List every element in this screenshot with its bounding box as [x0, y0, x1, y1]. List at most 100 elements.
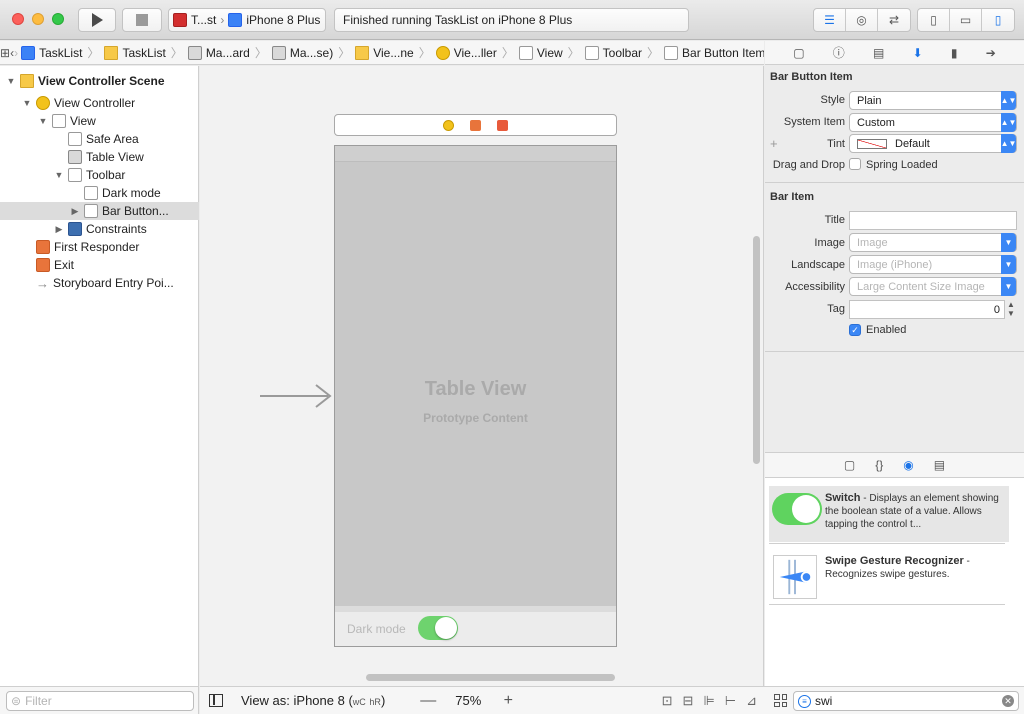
scheme-device-label: iPhone 8 Plus [246, 13, 321, 27]
breadcrumb-bar-button-item[interactable]: Bar Button Item [661, 45, 764, 60]
file-inspector-icon[interactable]: ▢ [793, 46, 804, 60]
standard-editor-button[interactable]: ☰ [814, 9, 846, 31]
outline-row-dark-mode[interactable]: Dark mode [0, 184, 199, 202]
accessibility-label: Accessibility [785, 281, 845, 293]
zoom-out-icon[interactable]: — [413, 692, 443, 710]
resolve-issues-icon[interactable]: ⊿ [746, 693, 757, 709]
outline-filter-field[interactable]: ⊜ Filter [6, 691, 194, 711]
title-field[interactable] [849, 211, 1017, 230]
library-item-swipe-gesture[interactable]: Swipe Gesture Recognizer - Recognizes sw… [769, 549, 1009, 605]
outline-row-toolbar[interactable]: ▼ Toolbar [0, 166, 199, 184]
first-responder-icon[interactable] [470, 119, 481, 131]
object-library-icon[interactable]: ◉ [903, 458, 913, 472]
breadcrumb-storyboard[interactable]: Ma...ard [185, 45, 253, 60]
exit-icon[interactable] [497, 119, 508, 131]
tint-popup[interactable]: Default ▲▼ [849, 134, 1017, 153]
update-frames-icon[interactable]: ⊡ [662, 693, 673, 709]
breadcrumb-storyboard-base[interactable]: Ma...se) [269, 45, 336, 60]
disclosure-open-icon[interactable]: ▼ [38, 116, 48, 126]
storyboard-canvas[interactable]: Table View Prototype Content Dark mode [200, 66, 764, 686]
assistant-editor-button[interactable]: ◎ [846, 9, 878, 31]
image-combo[interactable]: Image ▼ [849, 233, 1017, 252]
minimize-window-button[interactable] [32, 13, 44, 25]
tag-stepper-icon[interactable]: ▲ ▼ [1007, 300, 1015, 318]
embed-in-icon[interactable]: ⊟ [683, 693, 694, 709]
view-controller-icon[interactable] [443, 119, 454, 131]
related-items-icon[interactable]: ⊞ [0, 46, 10, 60]
disclosure-open-icon[interactable]: ▼ [54, 170, 64, 180]
enabled-label[interactable]: Enabled [866, 324, 906, 336]
add-constraints-icon[interactable]: ⊢ [725, 693, 736, 709]
toggle-inspector-button[interactable]: ▯ [982, 9, 1014, 31]
breadcrumb-group[interactable]: TaskList [101, 45, 168, 60]
spring-loaded-checkbox[interactable] [849, 158, 861, 170]
simulator-icon [228, 13, 243, 27]
disclosure-open-icon[interactable]: ▼ [22, 98, 32, 108]
vertical-scrollbar[interactable] [753, 236, 760, 464]
outline-row-scene[interactable]: ▼ View Controller Scene [0, 72, 199, 90]
outline-row-bar-button[interactable]: ▶ Bar Button... [0, 202, 199, 220]
grid-view-icon[interactable] [774, 694, 787, 707]
landscape-combo[interactable]: Image (iPhone) ▼ [849, 255, 1017, 274]
library-item-switch[interactable]: Switch - Displays an element showing the… [769, 486, 1009, 542]
popup-chevron-icon: ▼ [1001, 277, 1016, 296]
tag-field[interactable]: 0 [849, 300, 1005, 319]
outline-row-view-controller[interactable]: ▼ View Controller [0, 94, 199, 112]
scene-dock[interactable] [334, 114, 617, 136]
scheme-selector[interactable]: T...st › iPhone 8 Plus [168, 8, 326, 32]
version-editor-button[interactable]: ⇄ [878, 9, 910, 31]
breadcrumb-toolbar[interactable]: Toolbar [582, 45, 645, 60]
attributes-inspector-icon[interactable]: ⬇ [913, 46, 923, 60]
style-popup[interactable]: Plain ▲▼ [849, 91, 1017, 110]
identity-inspector-icon[interactable]: ▤ [873, 46, 884, 60]
outline-row-table-view[interactable]: Table View [0, 148, 199, 166]
horizontal-scrollbar[interactable] [366, 674, 615, 681]
align-icon[interactable]: ⊫ [703, 693, 714, 709]
outline-row-first-responder[interactable]: First Responder [0, 238, 199, 256]
code-snippet-icon[interactable]: {} [875, 458, 883, 472]
enabled-checkbox[interactable]: ✓ [849, 324, 861, 336]
outline-row-entry-point[interactable]: → Storyboard Entry Poi... [0, 274, 199, 292]
outline-row-constraints[interactable]: ▶ Constraints [0, 220, 199, 238]
spring-loaded-label[interactable]: Spring Loaded [866, 159, 938, 171]
system-item-popup[interactable]: Custom ▲▼ [849, 113, 1017, 132]
breadcrumb-scene[interactable]: Vie...ne [352, 45, 416, 60]
clear-search-icon[interactable]: ✕ [1002, 695, 1014, 707]
zoom-window-button[interactable] [52, 13, 64, 25]
iphone-scene[interactable]: Table View Prototype Content Dark mode [334, 145, 617, 647]
view-toggle-segment: ▯ ▭ ▯ [917, 8, 1015, 32]
toggle-navigator-button[interactable]: ▯ [918, 9, 950, 31]
attributes-inspector: Bar Button Item Style Plain ▲▼ System It… [765, 66, 1024, 452]
disclosure-closed-icon[interactable]: ▶ [54, 224, 64, 235]
outline-toggle-icon[interactable] [209, 694, 223, 707]
swipe-gesture-icon [773, 555, 817, 599]
close-window-button[interactable] [12, 13, 24, 25]
outline-row-safe-area[interactable]: Safe Area [0, 130, 199, 148]
zoom-in-icon[interactable]: + [493, 692, 523, 710]
view-as-button[interactable]: View as: iPhone 8 (wC hR) [241, 693, 385, 708]
stop-button[interactable] [122, 8, 162, 32]
disclosure-open-icon[interactable]: ▼ [6, 76, 16, 86]
left-panel-icon: ▯ [930, 13, 937, 27]
accessibility-combo[interactable]: Large Content Size Image ▼ [849, 277, 1017, 296]
quick-help-icon[interactable]: ⓘ [833, 44, 845, 61]
scene-toolbar[interactable]: Dark mode [335, 606, 616, 646]
file-template-icon[interactable]: ▢ [844, 458, 855, 472]
zoom-level: 75% [455, 693, 482, 708]
run-button[interactable] [78, 8, 116, 32]
media-library-icon[interactable]: ▤ [934, 458, 945, 472]
entry-point-arrow-icon[interactable] [260, 383, 332, 409]
size-inspector-icon[interactable]: ▮ [951, 46, 958, 60]
library-search-field[interactable]: ≡ swi ✕ [793, 691, 1019, 711]
breadcrumb-project[interactable]: TaskList [18, 45, 85, 60]
outline-row-exit[interactable]: Exit [0, 256, 199, 274]
disclosure-closed-icon[interactable]: ▶ [70, 206, 80, 217]
outline-row-view[interactable]: ▼ View [0, 112, 199, 130]
breadcrumb-separator-icon: 〉 [418, 46, 431, 60]
toggle-debug-area-button[interactable]: ▭ [950, 9, 982, 31]
connections-inspector-icon[interactable]: ➔ [986, 46, 996, 60]
breadcrumb-view-controller[interactable]: Vie...ller [433, 45, 500, 60]
breadcrumb-view[interactable]: View [516, 45, 566, 60]
dark-mode-switch[interactable] [418, 616, 458, 640]
dark-mode-label[interactable]: Dark mode [347, 622, 406, 636]
